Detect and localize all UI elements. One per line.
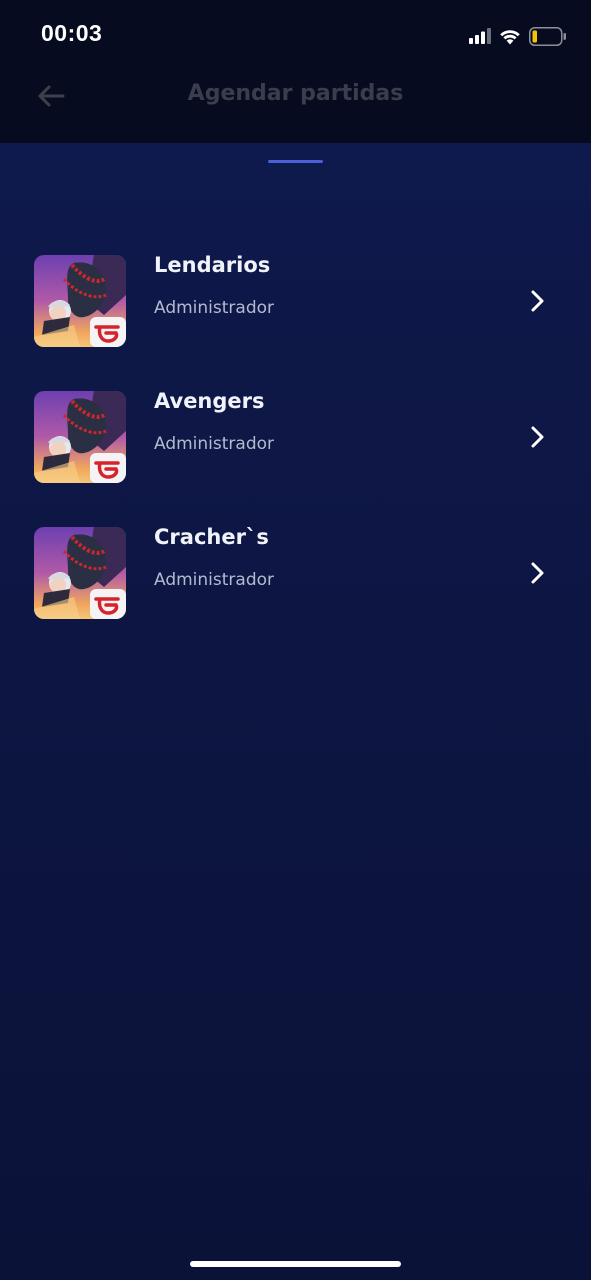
status-time: 00:03 xyxy=(41,20,103,46)
group-role: Administrador xyxy=(154,434,275,454)
top-bar: 00:03 Agendar partidas xyxy=(0,0,591,143)
page-title: Agendar partidas xyxy=(187,81,404,106)
chevron-right-icon xyxy=(531,426,544,448)
group-name: Lendarios xyxy=(154,253,271,277)
group-list-item[interactable]: Lendarios Administrador xyxy=(0,253,591,347)
screen: 00:03 Agendar partidas Lendarios Adminis… xyxy=(0,0,591,1280)
game-thumbnail xyxy=(34,255,126,347)
group-list-item[interactable]: Avengers Administrador xyxy=(0,389,591,483)
group-role: Administrador xyxy=(154,570,275,590)
status-icons xyxy=(469,24,567,48)
group-list: Lendarios Administrador Avengers Adminis… xyxy=(0,253,591,663)
group-name: Avengers xyxy=(154,389,265,413)
group-list-item[interactable]: Cracher`s Administrador xyxy=(0,525,591,619)
tab-indicator xyxy=(268,160,323,163)
battery-low-icon xyxy=(529,26,566,46)
home-indicator[interactable] xyxy=(190,1261,401,1267)
game-thumbnail xyxy=(34,527,126,619)
group-name: Cracher`s xyxy=(154,525,269,549)
chevron-right-icon xyxy=(531,562,544,584)
wifi-icon xyxy=(500,29,520,44)
chevron-right-icon xyxy=(531,290,544,312)
group-role: Administrador xyxy=(154,298,275,318)
cellular-signal-icon xyxy=(469,28,491,44)
game-thumbnail xyxy=(34,391,126,483)
